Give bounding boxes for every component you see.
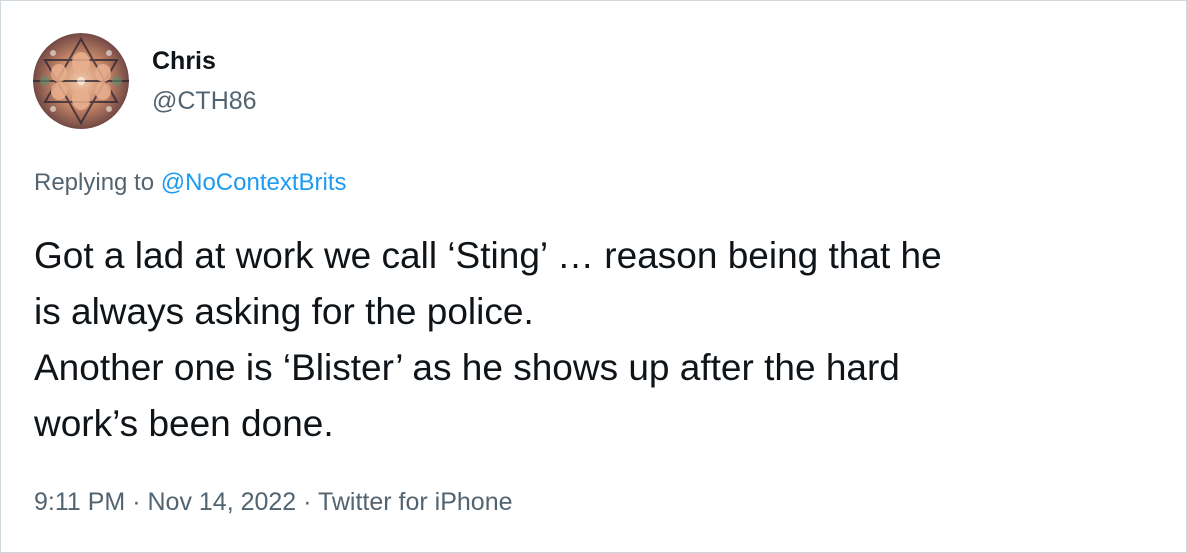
avatar[interactable] xyxy=(33,33,129,129)
meta-separator: · xyxy=(132,488,141,516)
tweet-text-line: is always asking for the police. xyxy=(34,291,534,332)
tweet-text-line: Another one is ‘Blister’ as he shows up … xyxy=(34,347,900,388)
tweet-time-link[interactable]: 9:11 PM xyxy=(34,488,125,516)
tweet-text-line: work’s been done. xyxy=(34,403,334,444)
replying-to-label: Replying to xyxy=(34,169,155,196)
avatar-kaleidoscope-image xyxy=(33,33,129,129)
tweet-text-line: Got a lad at work we call ‘Sting’ … reas… xyxy=(34,235,942,276)
display-name[interactable]: Chris xyxy=(152,45,216,77)
replying-to-mention-link[interactable]: @NoContextBrits xyxy=(161,169,347,196)
meta-separator: · xyxy=(303,488,312,516)
tweet-text: Got a lad at work we call ‘Sting’ … reas… xyxy=(34,228,1164,452)
replying-to-line: Replying to @NoContextBrits xyxy=(34,167,347,199)
user-handle[interactable]: @CTH86 xyxy=(152,85,257,117)
tweet-date-link[interactable]: Nov 14, 2022 xyxy=(147,488,296,516)
tweet-source-link[interactable]: Twitter for iPhone xyxy=(318,488,513,516)
tweet-metadata: 9:11 PM · Nov 14, 2022 · Twitter for iPh… xyxy=(34,486,513,518)
tweet-card: Chris @CTH86 Replying to @NoContextBrits… xyxy=(0,0,1187,553)
